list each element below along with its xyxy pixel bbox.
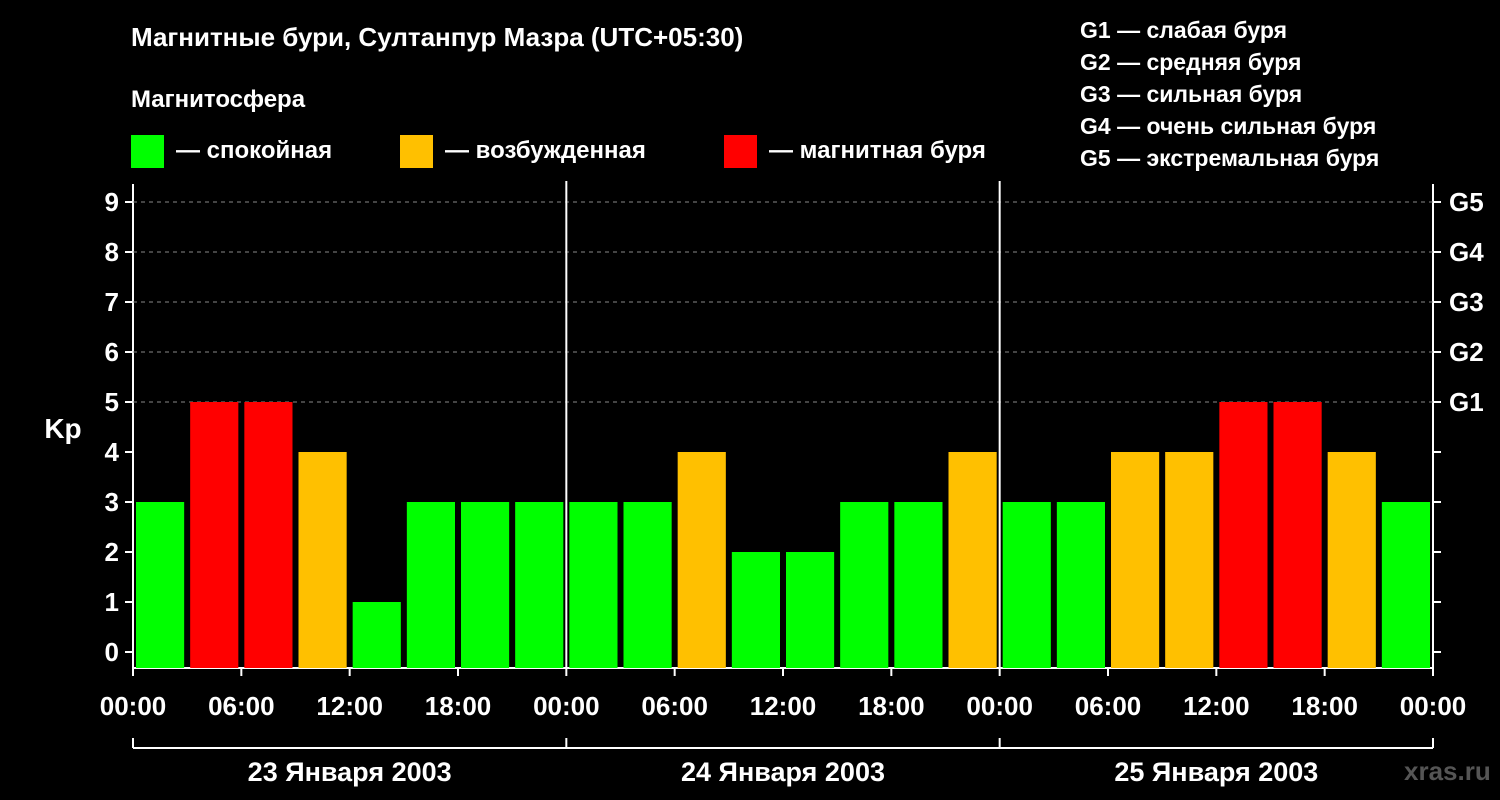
kp-bar: [461, 502, 510, 668]
legend-label-active: — возбужденная: [445, 137, 646, 164]
storm-scale-g4: G4 — очень сильная буря: [1080, 113, 1377, 139]
storm-scale-g1: G1 — слабая буря: [1080, 17, 1288, 43]
y-tick-label: 7: [105, 287, 119, 317]
section-label: Магнитосфера: [131, 86, 306, 113]
legend-swatch-storm: [724, 134, 757, 168]
y-tick-label: 4: [105, 437, 120, 467]
x-tick-label: 18:00: [1291, 691, 1358, 721]
y-tick-label: 8: [105, 237, 119, 267]
kp-bar: [623, 502, 672, 668]
storm-scale-g3: G3 — сильная буря: [1080, 81, 1303, 107]
day-label: 24 Января 2003: [681, 757, 885, 787]
y-tick-label: 5: [105, 387, 119, 417]
g-level-label: G3: [1449, 287, 1484, 317]
x-tick-label: 12:00: [316, 691, 383, 721]
x-tick-label: 00:00: [533, 691, 600, 721]
g-level-label: G4: [1449, 237, 1484, 267]
legend-item-active: — возбужденная: [400, 134, 646, 168]
kp-bar: [569, 502, 618, 668]
g-level-label: G1: [1449, 387, 1484, 417]
day-label: 23 Января 2003: [248, 757, 452, 787]
y-tick-label: 1: [105, 587, 119, 617]
legend-swatch-quiet: [131, 134, 164, 168]
kp-bar: [298, 452, 347, 668]
x-tick-label: 06:00: [1075, 691, 1142, 721]
kp-bar: [136, 502, 185, 668]
kp-bar: [1165, 452, 1214, 668]
x-tick-label: 00:00: [1400, 691, 1467, 721]
watermark: xras.ru: [1404, 756, 1491, 786]
kp-bar: [677, 452, 726, 668]
kp-bar: [1111, 452, 1160, 668]
kp-bar: [515, 502, 564, 668]
legend-swatch-active: [400, 134, 433, 168]
legend-item-storm: — магнитная буря: [724, 134, 986, 168]
kp-bar: [1273, 402, 1322, 668]
chart-title: Магнитные бури, Султанпур Мазра (UTC+05:…: [131, 22, 744, 52]
y-tick-label: 3: [105, 487, 119, 517]
kp-bar: [948, 452, 997, 668]
y-tick-label: 9: [105, 187, 119, 217]
kp-bar: [1056, 502, 1105, 668]
kp-bar: [406, 502, 455, 668]
kp-bar: [190, 402, 239, 668]
day-label: 25 Января 2003: [1114, 757, 1318, 787]
x-tick-label: 18:00: [425, 691, 492, 721]
x-tick-label: 00:00: [966, 691, 1033, 721]
x-tick-label: 06:00: [641, 691, 708, 721]
x-tick-label: 12:00: [750, 691, 817, 721]
kp-bar: [894, 502, 943, 668]
y-axis-label: Kp: [44, 413, 81, 444]
kp-bar: [840, 502, 889, 668]
kp-bar: [1219, 402, 1268, 668]
y-tick-label: 0: [105, 637, 119, 667]
g-level-label: G2: [1449, 337, 1484, 367]
x-tick-label: 18:00: [858, 691, 925, 721]
kp-bar: [1327, 452, 1376, 668]
legend-item-quiet: — спокойная: [131, 134, 332, 168]
kp-bar: [731, 552, 780, 668]
legend-label-quiet: — спокойная: [176, 137, 333, 164]
g-level-label: G5: [1449, 187, 1484, 217]
kp-bar: [1381, 502, 1430, 668]
kp-bar: [244, 402, 293, 668]
storm-scale-g2: G2 — средняя буря: [1080, 49, 1302, 75]
x-tick-label: 12:00: [1183, 691, 1250, 721]
x-tick-label: 06:00: [208, 691, 275, 721]
y-tick-label: 6: [105, 337, 119, 367]
storm-scale-g5: G5 — экстремальная буря: [1080, 145, 1380, 171]
kp-bar: [352, 602, 401, 668]
y-tick-label: 2: [105, 537, 119, 567]
kp-bar: [786, 552, 835, 668]
legend-label-storm: — магнитная буря: [769, 137, 986, 164]
x-tick-label: 00:00: [100, 691, 167, 721]
kp-bar: [1002, 502, 1051, 668]
storm-scale-legend: G1 — слабая буря G2 — средняя буря G3 — …: [1080, 14, 1379, 174]
